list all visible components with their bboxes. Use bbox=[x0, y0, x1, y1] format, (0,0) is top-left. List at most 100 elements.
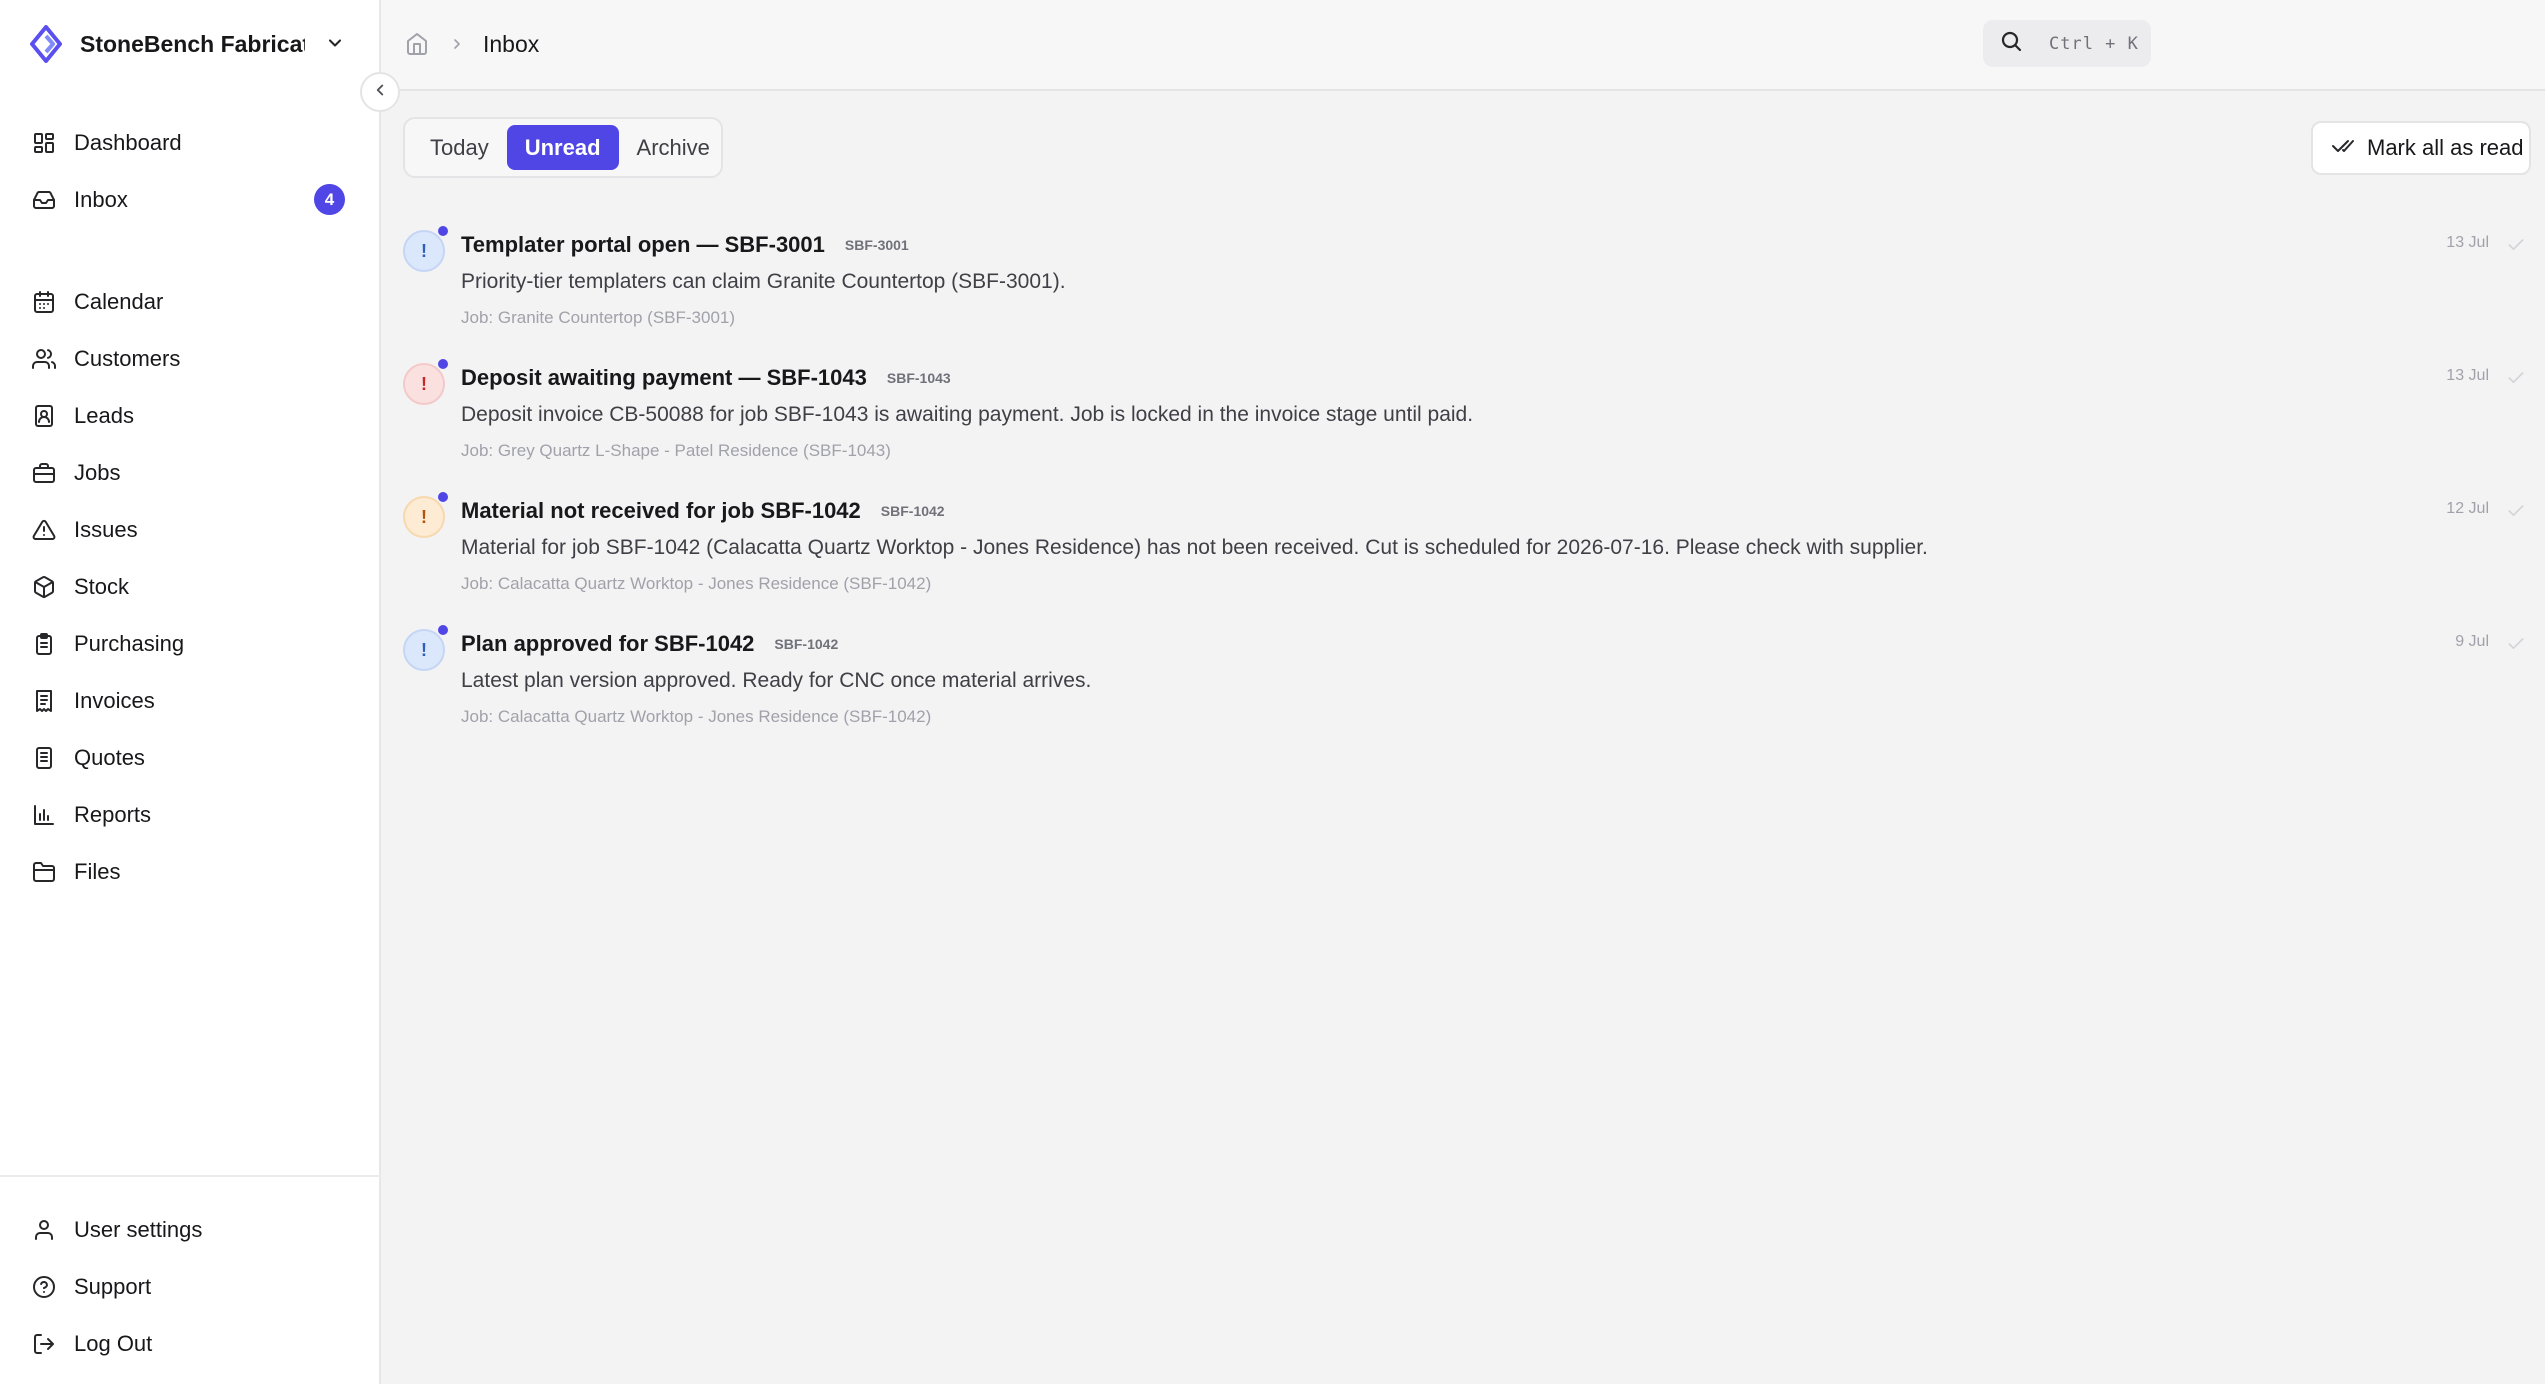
sidebar-item-reports[interactable]: Reports bbox=[0, 786, 381, 843]
search-shortcut: Ctrl + K bbox=[2049, 33, 2139, 54]
unread-dot bbox=[438, 492, 448, 502]
notification-title: Templater portal open — SBF-3001 bbox=[461, 232, 825, 257]
mark-read-check-icon[interactable] bbox=[2503, 631, 2529, 657]
sidebar-item-label: Jobs bbox=[74, 459, 121, 485]
calendar-icon bbox=[32, 290, 56, 314]
sidebar-item-customers[interactable]: Customers bbox=[0, 330, 381, 387]
notification-item[interactable]: ! Plan approved for SBF-1042 SBF-1042 La… bbox=[381, 619, 2545, 752]
notification-title: Deposit awaiting payment — SBF-1043 bbox=[461, 365, 867, 390]
org-name: StoneBench Fabricati... bbox=[80, 30, 305, 57]
user-icon bbox=[32, 1218, 56, 1242]
mark-read-check-icon[interactable] bbox=[2503, 232, 2529, 258]
invoice-icon bbox=[32, 689, 56, 713]
sidebar-item-label: Quotes bbox=[74, 744, 145, 770]
error-alert-icon: ! bbox=[403, 363, 445, 405]
folder-icon bbox=[32, 860, 56, 884]
notification-body: Material for job SBF-1042 (Calacatta Qua… bbox=[461, 536, 1928, 559]
info-alert-icon: ! bbox=[403, 629, 445, 671]
sidebar-item-label: Leads bbox=[74, 402, 134, 428]
double-check-icon bbox=[2331, 134, 2355, 163]
notification-job-link[interactable]: Job: Grey Quartz L-Shape - Patel Residen… bbox=[461, 441, 891, 461]
chevron-right-icon bbox=[447, 34, 467, 54]
sidebar-item-label: Inbox bbox=[74, 186, 128, 212]
sidebar-divider bbox=[0, 1175, 381, 1177]
notification-job-link[interactable]: Job: Calacatta Quartz Worktop - Jones Re… bbox=[461, 707, 931, 727]
notification-item[interactable]: ! Templater portal open — SBF-3001 SBF-3… bbox=[381, 220, 2545, 353]
info-alert-icon: ! bbox=[403, 230, 445, 272]
box-icon bbox=[32, 575, 56, 599]
notification-body: Latest plan version approved. Ready for … bbox=[461, 669, 1092, 692]
sidebar-item-label: Stock bbox=[74, 573, 130, 599]
notification-ref: SBF-1042 bbox=[880, 503, 945, 519]
sidebar-item-calendar[interactable]: Calendar bbox=[0, 273, 381, 330]
inbox-count-badge: 4 bbox=[314, 184, 345, 215]
sidebar: StoneBench Fabricati... Dashboard Inbox … bbox=[0, 0, 381, 1384]
notification-job-link[interactable]: Job: Granite Countertop (SBF-3001) bbox=[461, 308, 735, 328]
warning-icon bbox=[32, 518, 56, 542]
bar-chart-icon bbox=[32, 803, 56, 827]
notification-date: 12 Jul bbox=[2446, 500, 2489, 517]
notification-date: 13 Jul bbox=[2446, 367, 2489, 384]
sidebar-item-label: Calendar bbox=[74, 288, 164, 314]
tab-archive[interactable]: Archive bbox=[619, 125, 728, 170]
tab-unread[interactable]: Unread bbox=[506, 125, 619, 170]
search-icon bbox=[1999, 29, 2023, 58]
inbox-icon bbox=[32, 188, 56, 212]
unread-dot bbox=[438, 226, 448, 236]
collapse-sidebar-button[interactable] bbox=[360, 72, 400, 112]
sidebar-item-quotes[interactable]: Quotes bbox=[0, 729, 381, 786]
briefcase-icon bbox=[32, 461, 56, 485]
logout-icon bbox=[32, 1332, 56, 1356]
sidebar-item-label: Log Out bbox=[74, 1330, 153, 1356]
notification-item[interactable]: ! Material not received for job SBF-1042… bbox=[381, 486, 2545, 619]
unread-dot bbox=[438, 359, 448, 369]
sidebar-item-leads[interactable]: Leads bbox=[0, 387, 381, 444]
logo-icon bbox=[28, 24, 64, 64]
notification-job-link[interactable]: Job: Calacatta Quartz Worktop - Jones Re… bbox=[461, 574, 931, 594]
notification-title: Plan approved for SBF-1042 bbox=[461, 631, 755, 656]
sidebar-item-label: Issues bbox=[74, 516, 138, 542]
sidebar-item-stock[interactable]: Stock bbox=[0, 558, 381, 615]
sidebar-item-label: User settings bbox=[74, 1216, 203, 1242]
notification-item[interactable]: ! Deposit awaiting payment — SBF-1043 SB… bbox=[381, 353, 2545, 486]
sidebar-item-inbox[interactable]: Inbox 4 bbox=[0, 171, 381, 228]
sidebar-item-purchasing[interactable]: Purchasing bbox=[0, 615, 381, 672]
notification-date: 13 Jul bbox=[2446, 234, 2489, 251]
mark-all-read-label: Mark all as read bbox=[2367, 135, 2524, 160]
sidebar-item-label: Dashboard bbox=[74, 129, 182, 155]
mark-read-check-icon[interactable] bbox=[2503, 365, 2529, 391]
sidebar-item-files[interactable]: Files bbox=[0, 843, 381, 900]
sidebar-item-log-out[interactable]: Log Out bbox=[0, 1315, 381, 1372]
sidebar-item-support[interactable]: Support bbox=[0, 1258, 381, 1315]
inbox-tabs: Today Unread Archive bbox=[403, 117, 723, 178]
breadcrumb: Inbox bbox=[403, 24, 539, 64]
home-icon[interactable] bbox=[403, 30, 431, 58]
notification-ref: SBF-1043 bbox=[886, 370, 951, 386]
mark-read-check-icon[interactable] bbox=[2503, 498, 2529, 524]
sidebar-item-label: Invoices bbox=[74, 687, 155, 713]
sidebar-item-dashboard[interactable]: Dashboard bbox=[0, 114, 381, 171]
clipboard-icon bbox=[32, 632, 56, 656]
notification-title: Material not received for job SBF-1042 bbox=[461, 498, 861, 523]
help-icon bbox=[32, 1275, 56, 1299]
sidebar-item-invoices[interactable]: Invoices bbox=[0, 672, 381, 729]
mark-all-read-button[interactable]: Mark all as read bbox=[2311, 121, 2531, 175]
warning-alert-icon: ! bbox=[403, 496, 445, 538]
sidebar-item-label: Reports bbox=[74, 801, 152, 827]
tab-today[interactable]: Today bbox=[412, 125, 507, 170]
contact-icon bbox=[32, 404, 56, 428]
sidebar-item-label: Files bbox=[74, 858, 121, 884]
notification-ref: SBF-1042 bbox=[774, 636, 839, 652]
search-button[interactable]: Ctrl + K bbox=[1983, 20, 2151, 67]
chevron-down-icon[interactable] bbox=[320, 28, 350, 58]
sidebar-item-jobs[interactable]: Jobs bbox=[0, 444, 381, 501]
sidebar-item-label: Customers bbox=[74, 345, 181, 371]
sidebar-item-user-settings[interactable]: User settings bbox=[0, 1201, 381, 1258]
sidebar-item-issues[interactable]: Issues bbox=[0, 501, 381, 558]
dashboard-icon bbox=[32, 131, 56, 155]
notification-body: Deposit invoice CB-50088 for job SBF-104… bbox=[461, 403, 1474, 426]
users-icon bbox=[32, 347, 56, 371]
sidebar-item-label: Support bbox=[74, 1273, 152, 1299]
org-switcher[interactable]: StoneBench Fabricati... bbox=[28, 22, 350, 66]
sidebar-item-label: Purchasing bbox=[74, 630, 185, 656]
